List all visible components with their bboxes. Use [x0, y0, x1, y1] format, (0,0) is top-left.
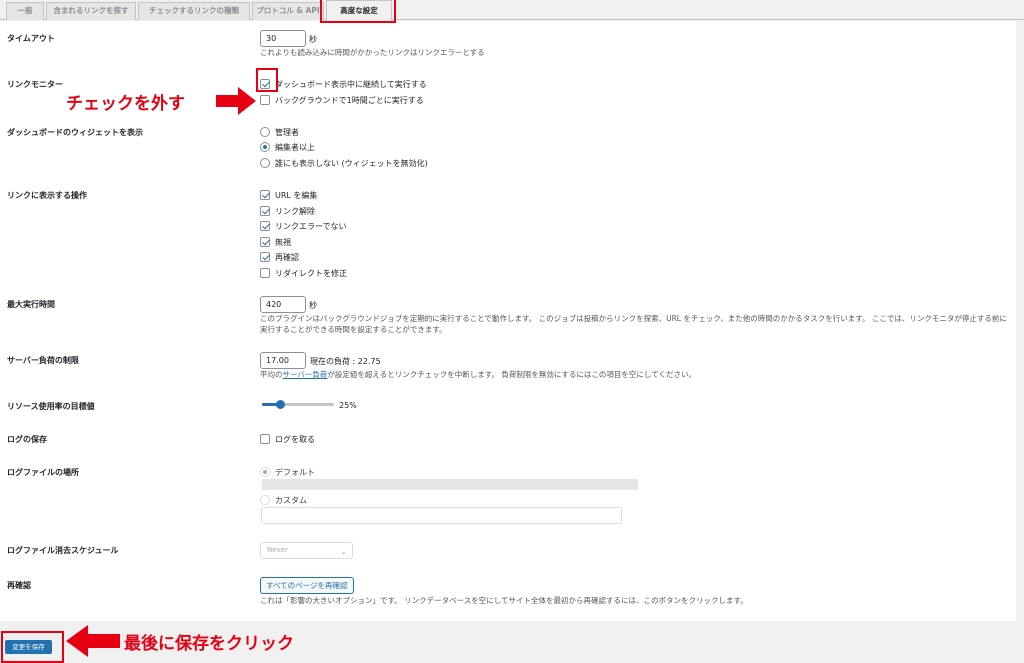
max-exec-unit: 秒: [309, 301, 317, 310]
action-edit-url-checkbox[interactable]: [260, 190, 270, 200]
action-ignore-option[interactable]: 無視: [260, 236, 291, 248]
action-ignore-label: 無視: [275, 237, 291, 247]
action-not-broken-option[interactable]: リンクエラーでない: [260, 220, 347, 232]
resource-target-value: 25%: [339, 401, 357, 410]
tab-highlight-box: [320, 0, 396, 23]
recheck-all-button[interactable]: すべてのページを再確認: [260, 577, 354, 594]
action-edit-url-label: URL を編集: [275, 190, 318, 200]
checkbox-highlight-box: [256, 68, 278, 92]
log-enable-option[interactable]: ログを取る: [260, 433, 315, 445]
log-custom-radio[interactable]: [260, 495, 270, 505]
server-load-label: サーバー負荷の制限: [7, 356, 79, 365]
action-unlink-label: リンク解除: [275, 206, 315, 216]
widget-none-option[interactable]: 誰にも表示しない (ウィジェットを無効化): [260, 157, 428, 169]
link-actions-label: リンクに表示する操作: [7, 191, 87, 200]
resource-slider[interactable]: [262, 400, 334, 409]
action-ignore-checkbox[interactable]: [260, 237, 270, 247]
widget-none-label: 誰にも表示しない (ウィジェットを無効化): [275, 158, 428, 168]
log-default-path: [262, 479, 638, 490]
log-enable-checkbox[interactable]: [260, 434, 270, 444]
timeout-label: タイムアウト: [7, 34, 55, 43]
link-monitor-label: リンクモニター: [7, 80, 63, 89]
max-exec-description: このプラグインはバックグラウンドジョブを定期的に実行することで動作します。 この…: [260, 314, 1007, 334]
server-load-desc-post: が設定値を超えるとリンクチェックを中断します。 負荷制限を無効にするにはこの項目…: [327, 370, 696, 379]
resource-slider-handle[interactable]: [276, 400, 285, 409]
action-not-broken-checkbox[interactable]: [260, 221, 270, 231]
widget-none-radio[interactable]: [260, 158, 270, 168]
recheck-label: 再確認: [7, 581, 31, 590]
monitor-background-checkbox[interactable]: [260, 95, 270, 105]
max-exec-input[interactable]: 420: [260, 296, 306, 313]
log-custom-option[interactable]: カスタム: [260, 494, 307, 506]
timeout-unit: 秒: [309, 35, 317, 44]
log-default-radio[interactable]: [260, 467, 270, 477]
server-load-input[interactable]: 17.00: [260, 352, 306, 369]
tab-link-types[interactable]: チェックするリンクの種類: [138, 2, 250, 20]
monitor-background-label: バックグラウンドで1時間ごとに実行する: [275, 95, 424, 105]
tab-protocols-api[interactable]: プロトコル & API: [252, 2, 324, 20]
settings-tabs: 一般 含まれるリンクを探す チェックするリンクの種類 プロトコル & API 高…: [0, 0, 1024, 21]
save-highlight-box: [1, 631, 64, 663]
log-save-label: ログの保存: [7, 435, 47, 444]
max-exec-label: 最大実行時間: [7, 300, 55, 309]
action-recheck-label: 再確認: [275, 252, 299, 262]
arrow-right-icon: [216, 87, 256, 115]
log-enable-label: ログを取る: [275, 434, 315, 444]
widget-editor-radio[interactable]: [260, 142, 270, 152]
server-load-description: 平均のサーバー負荷が設定値を超えるとリンクチェックを中断します。 負荷制限を無効…: [260, 369, 696, 380]
action-fix-redirect-label: リダイレクトを修正: [275, 268, 347, 278]
log-clear-value: Never: [267, 546, 288, 554]
widget-editor-label: 編集者以上: [275, 142, 315, 152]
widget-admin-radio[interactable]: [260, 127, 270, 137]
log-custom-path-input[interactable]: [261, 507, 622, 524]
timeout-description: これよりも読み込みに時間がかかったリンクはリンクエラーとする: [260, 48, 485, 57]
action-edit-url-option[interactable]: URL を編集: [260, 189, 317, 201]
uncheck-annotation: チェックを外す: [66, 94, 185, 114]
arrow-left-icon: [66, 625, 120, 657]
log-clear-select[interactable]: Never ⌄: [260, 542, 353, 559]
tab-find-links[interactable]: 含まれるリンクを探す: [46, 2, 136, 20]
log-default-label: デフォルト: [275, 467, 315, 477]
log-clear-label: ログファイル消去スケジュール: [7, 546, 119, 555]
dashboard-widget-label: ダッシュボードのウィジェットを表示: [7, 128, 143, 137]
current-load-text: 現在の負荷 : 22.75: [310, 357, 381, 366]
log-default-option[interactable]: デフォルト: [260, 466, 315, 478]
monitor-background-option[interactable]: バックグラウンドで1時間ごとに実行する: [260, 94, 424, 106]
action-recheck-checkbox[interactable]: [260, 252, 270, 262]
action-not-broken-label: リンクエラーでない: [275, 221, 347, 231]
action-unlink-checkbox[interactable]: [260, 206, 270, 216]
action-unlink-option[interactable]: リンク解除: [260, 205, 315, 217]
timeout-input[interactable]: 30: [260, 30, 306, 47]
chevron-down-icon: ⌄: [340, 547, 347, 556]
log-custom-label: カスタム: [275, 495, 307, 505]
widget-editor-option[interactable]: 編集者以上: [260, 141, 315, 153]
server-load-link[interactable]: サーバー負荷: [283, 370, 328, 379]
save-annotation: 最後に保存をクリック: [124, 634, 294, 654]
widget-admin-option[interactable]: 管理者: [260, 126, 299, 138]
resource-target-label: リソース使用率の目標値: [7, 402, 95, 411]
tab-general[interactable]: 一般: [6, 2, 44, 20]
action-fix-redirect-option[interactable]: リダイレクトを修正: [260, 267, 347, 279]
action-recheck-option[interactable]: 再確認: [260, 251, 299, 263]
monitor-dashboard-label: ダッシュボード表示中に継続して実行する: [275, 79, 427, 89]
action-fix-redirect-checkbox[interactable]: [260, 268, 270, 278]
log-file-label: ログファイルの場所: [7, 468, 79, 477]
monitor-dashboard-option[interactable]: ダッシュボード表示中に継続して実行する: [260, 78, 427, 90]
widget-admin-label: 管理者: [275, 127, 299, 137]
server-load-desc-pre: 平均の: [260, 370, 283, 379]
recheck-description: これは「影響の大きいオプション」です。 リンクデータベースを空にしてサイト全体を…: [260, 596, 748, 605]
